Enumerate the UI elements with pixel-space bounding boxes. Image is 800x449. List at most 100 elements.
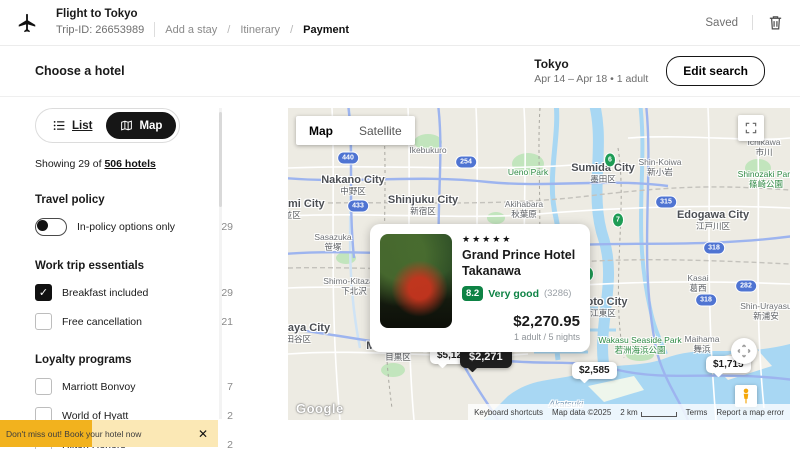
filter-row-marriott: Marriott Bonvoy 7 — [35, 378, 233, 395]
in-policy-label: In-policy options only — [77, 221, 175, 233]
map-view-label: Map — [139, 120, 162, 132]
list-view-button[interactable]: List — [39, 112, 106, 139]
price-marker[interactable]: $2,585 — [572, 362, 617, 379]
in-policy-count: 29 — [221, 221, 233, 233]
hotels-count-link[interactable]: 506 hotels — [104, 158, 155, 170]
banner-close-icon[interactable]: ✕ — [198, 427, 218, 441]
list-icon — [53, 119, 66, 132]
map-type-map-button[interactable]: Map — [296, 124, 346, 138]
terms-link[interactable]: Terms — [686, 408, 708, 417]
marriott-label: Marriott Bonvoy — [62, 381, 136, 393]
map-label-akihabara: Akihabara秋葉原 — [505, 200, 543, 220]
fullscreen-button[interactable] — [738, 115, 764, 141]
route-shield: 6 — [605, 153, 615, 166]
banner-text: Don't miss out! Book your hotel now — [0, 429, 141, 439]
map-label-maihama: Maihama舞浜 — [685, 335, 720, 355]
map-label-shinkoiwa: Shin-Koiwa新小岩 — [639, 158, 682, 178]
hotel-card[interactable]: ★★★★★ Grand Prince Hotel Takanawa 8.2 Ve… — [370, 224, 590, 352]
route-shield: 318 — [704, 242, 724, 253]
breadcrumb-separator: / — [290, 24, 293, 36]
filter-row-breakfast: ✓ Breakfast included 29 — [35, 284, 233, 301]
map-label-edogawa: Edogawa City江戸川区 — [677, 209, 749, 231]
in-policy-toggle[interactable] — [35, 218, 67, 236]
map-attribution: Keyboard shortcuts Map data ©2025 2 km T… — [468, 404, 790, 420]
map-scale: 2 km — [620, 408, 676, 417]
promo-banner: Don't miss out! Book your hotel now ✕ — [0, 420, 218, 447]
map-label-suginami: Suginami City杉並区 — [288, 198, 325, 220]
filter-row-free-cancellation: Free cancellation 21 — [35, 313, 233, 330]
saved-button[interactable]: Saved — [705, 17, 738, 29]
hotel-price: $2,270.95 — [462, 313, 580, 330]
divider — [154, 22, 155, 37]
route-shield: 318 — [696, 294, 716, 305]
destination: Tokyo — [534, 57, 648, 71]
sidebar-scrollbar-thumb[interactable] — [219, 112, 222, 207]
route-shield: 433 — [348, 200, 368, 211]
map-data-text: Map data ©2025 — [552, 408, 611, 417]
trip-id: Trip-ID: 26653989 — [56, 24, 144, 36]
review-count: (3286) — [544, 288, 571, 299]
route-shield: 440 — [338, 152, 358, 163]
pan-control[interactable] — [731, 338, 757, 364]
hotel-stars: ★★★★★ — [462, 234, 580, 245]
divider — [752, 15, 753, 30]
trash-icon[interactable] — [767, 14, 784, 31]
hotel-price-detail: 1 adult / 5 nights — [462, 332, 580, 342]
airplane-icon — [16, 12, 38, 34]
keyboard-shortcuts-link[interactable]: Keyboard shortcuts — [474, 408, 543, 417]
hotel-photo — [380, 234, 452, 328]
hotel-rating-row: 8.2 Very good (3286) — [462, 286, 580, 301]
map-icon — [120, 119, 133, 132]
map-type-control: Map Satellite — [296, 116, 415, 145]
map-label-setagaya: Setagaya City世田谷区 — [288, 322, 330, 344]
rating-word: Very good — [488, 288, 539, 300]
route-shield: 7 — [613, 213, 623, 226]
route-shield: 254 — [456, 156, 476, 167]
trip-title: Flight to Tokyo — [56, 8, 349, 20]
in-policy-filter-row: In-policy options only 29 — [35, 218, 233, 236]
route-shield: 315 — [656, 196, 676, 207]
trip-info: Flight to Tokyo Trip-ID: 26653989 Add a … — [56, 8, 349, 37]
map-label-shinozaki-park: Shinozaki Park篠崎公園 — [738, 170, 790, 190]
breakfast-label: Breakfast included — [62, 287, 148, 299]
free-cancellation-label: Free cancellation — [62, 316, 142, 328]
travel-policy-heading: Travel policy — [35, 194, 233, 206]
map-label-shinjuku: Shinjuku City新宿区 — [388, 194, 458, 216]
breadcrumb-payment[interactable]: Payment — [303, 24, 349, 36]
marriott-checkbox[interactable] — [35, 378, 52, 395]
results-summary: Showing 29 of 506 hotels — [35, 158, 233, 170]
breadcrumb-separator: / — [227, 24, 230, 36]
breakfast-count: 29 — [221, 287, 233, 299]
map-label-sumida: Sumida City墨田区 — [571, 162, 635, 184]
subheader: Choose a hotel Tokyo Apr 14 – Apr 18 • 1… — [0, 46, 800, 97]
breakfast-checkbox[interactable]: ✓ — [35, 284, 52, 301]
dates-occupancy: Apr 14 – Apr 18 • 1 adult — [534, 73, 648, 85]
report-map-error-link[interactable]: Report a map error — [716, 408, 784, 417]
page: Flight to Tokyo Trip-ID: 26653989 Add a … — [0, 0, 800, 449]
pegman-icon — [739, 388, 753, 404]
map-view-button[interactable]: Map — [106, 112, 176, 139]
marriott-count: 7 — [227, 381, 233, 393]
fullscreen-icon — [744, 121, 758, 135]
map-label-shinurayasu: Shin-Urayasu新浦安 — [740, 302, 790, 322]
hotel-price-box: $2,270.95 1 adult / 5 nights — [462, 313, 580, 342]
map-label-kasai: Kasai葛西 — [687, 274, 708, 294]
free-cancellation-checkbox[interactable] — [35, 313, 52, 330]
rating-badge: 8.2 — [462, 286, 483, 301]
map-label-wakasu-park: Wakasu Seaside Park若洲海浜公園 — [598, 336, 681, 356]
map-type-satellite-button[interactable]: Satellite — [346, 124, 415, 138]
hilton-count: 2 — [227, 439, 233, 449]
hotel-name: Grand Prince Hotel Takanawa — [462, 248, 580, 279]
breadcrumb-itinerary[interactable]: Itinerary — [240, 24, 280, 36]
scale-label: 2 km — [620, 408, 637, 417]
hotel-map[interactable]: Ikebukuro Nakano City中野区 Shinjuku City新宿… — [288, 108, 790, 420]
map-label-ikebukuro: Ikebukuro — [409, 146, 446, 156]
edit-search-button[interactable]: Edit search — [666, 56, 765, 86]
google-logo[interactable]: Google — [296, 401, 344, 416]
map-label-ueno-park: Ueno Park — [508, 168, 548, 178]
route-shield: 282 — [736, 280, 756, 291]
breadcrumb-add-a-stay[interactable]: Add a stay — [165, 24, 217, 36]
list-view-label: List — [72, 120, 92, 132]
hyatt-count: 2 — [227, 410, 233, 422]
filters-sidebar: List Map Showing 29 of 506 hotels Travel… — [35, 108, 233, 449]
